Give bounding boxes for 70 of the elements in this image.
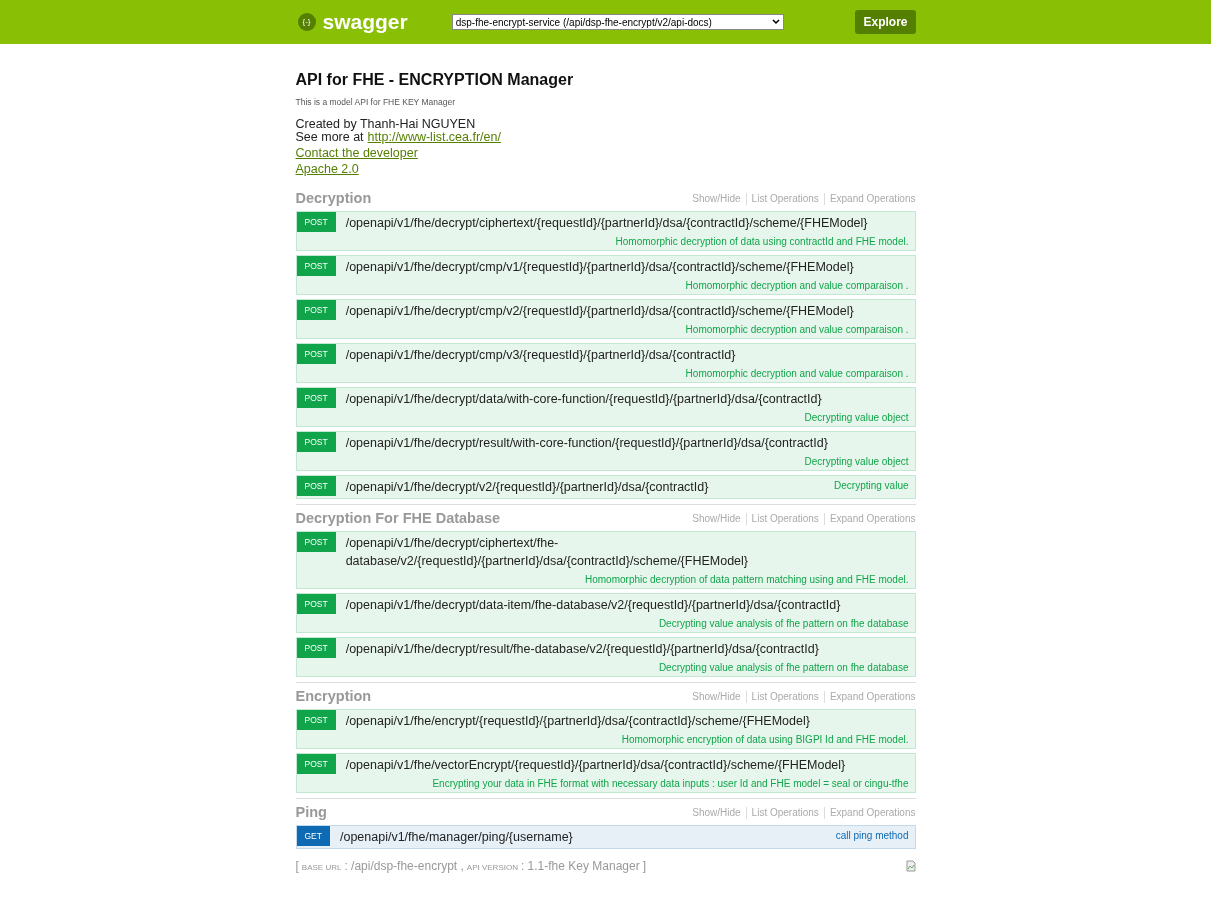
operation-path[interactable]: /openapi/v1/fhe/decrypt/v2/{requestId}/{partnerId}/dsa/{contractId} (345, 475, 709, 496)
method-badge: GET (296, 825, 330, 846)
operation-row[interactable]: POST /openapi/v1/fhe/decrypt/cmp/v3/{requestId}/{partnerId}/dsa/{contractId} Homomorphic decryption and value comparaison . (295, 342, 916, 383)
logo-icon: {-} (297, 13, 316, 31)
operation-row[interactable]: POST /openapi/v1/fhe/decrypt/ciphertext/fhe-database/v2/{requestId}/{partnerId}/dsa/{contractId}/scheme/{FHEModel} Homomorphic decryption of data pattern matching using and FHE model. (295, 530, 916, 589)
operation-summary: Decrypting value (833, 478, 909, 493)
operation-summary: call ping method (834, 828, 909, 843)
broken-image-icon (905, 859, 916, 872)
operation-summary: Decrypting value analysis of fhe pattern on fhe database (657, 616, 909, 631)
api-title: API for FHE - ENCRYPTION Manager (295, 70, 575, 90)
method-badge: POST (296, 343, 336, 364)
operation-row[interactable]: POST /openapi/v1/fhe/vectorEncrypt/{requestId}/{partnerId}/dsa/{contractId}/scheme/{FHEModel} Encrypting your data in FHE format with necessary data inputs : user Id and FHE model = seal or cingu-tfhe (295, 752, 916, 793)
operation-path[interactable]: /openapi/v1/fhe/decrypt/ciphertext/fhe-database/v2/{requestId}/{partnerId}/dsa/{contractId}/scheme/{FHEModel} (345, 531, 909, 570)
operation-summary: Encrypting your data in FHE format with necessary data inputs : user Id and FHE model = seal or cingu-tfhe (431, 776, 909, 791)
operation-path[interactable]: /openapi/v1/fhe/decrypt/result/fhe-database/v2/{requestId}/{partnerId}/dsa/{contractId} (345, 637, 819, 658)
operation-row[interactable]: POST /openapi/v1/fhe/decrypt/cmp/v2/{requestId}/{partnerId}/dsa/{contractId}/scheme/{FHEModel} Homomorphic decryption and value comparaison . (295, 298, 916, 339)
operation-summary: Homomorphic decryption of data using contractId and FHE model. (614, 234, 909, 249)
operation-row[interactable]: POST /openapi/v1/fhe/decrypt/data/with-core-function/{requestId}/{partnerId}/dsa/{contractId} Decrypting value object (295, 386, 916, 427)
method-badge: POST (296, 475, 336, 496)
author-text: Created by Thanh-Hai NGUYEN (295, 117, 477, 131)
base-url-label: BASE URL (301, 861, 342, 874)
website-link[interactable]: http://www-list.cea.fr/en/ (367, 130, 501, 144)
method-badge: POST (296, 593, 336, 614)
operation-row[interactable]: GET /openapi/v1/fhe/manager/ping/{username} call ping method (295, 824, 916, 849)
footer-bracket: ] (642, 857, 646, 875)
operation-path[interactable]: /openapi/v1/fhe/manager/ping/{username} (340, 825, 573, 846)
api-version-value: : 1.1-fhe Key Manager (520, 857, 640, 875)
operation-path[interactable]: /openapi/v1/fhe/decrypt/data/with-core-function/{requestId}/{partnerId}/dsa/{contractId} (345, 387, 822, 408)
method-badge: POST (296, 299, 336, 320)
operation-path[interactable]: /openapi/v1/fhe/vectorEncrypt/{requestId}/{partnerId}/dsa/{contractId}/scheme/{FHEModel} (345, 753, 846, 774)
operation-path[interactable]: /openapi/v1/fhe/encrypt/{requestId}/{partnerId}/dsa/{contractId}/scheme/{FHEModel} (345, 709, 810, 730)
operation-summary: Homomorphic decryption of data pattern matching using and FHE model. (584, 572, 909, 587)
api-select[interactable]: dsp-fhe-encrypt-service (/api/dsp-fhe-encrypt/v2/api-docs) (451, 14, 784, 30)
method-badge: POST (296, 387, 336, 408)
method-badge: POST (296, 637, 336, 658)
operation-row[interactable]: POST /openapi/v1/fhe/decrypt/data-item/fhe-database/v2/{requestId}/{partnerId}/dsa/{contractId} Decrypting value analysis of fhe pattern on fhe database (295, 592, 916, 633)
operation-summary: Homomorphic decryption and value comparaison . (684, 366, 909, 381)
operation-path[interactable]: /openapi/v1/fhe/decrypt/cmp/v3/{requestId}/{partnerId}/dsa/{contractId} (345, 343, 736, 364)
operation-row[interactable]: POST /openapi/v1/fhe/encrypt/{requestId}/{partnerId}/dsa/{contractId}/scheme/{FHEModel} Homomorphic encryption of data using BIGPI Id and FHE model. (295, 708, 916, 749)
operation-summary: Decrypting value analysis of fhe pattern on fhe database (657, 660, 909, 675)
operation-row[interactable]: POST /openapi/v1/fhe/decrypt/v2/{requestId}/{partnerId}/dsa/{contractId} Decrypting value (295, 474, 916, 499)
operation-summary: Decrypting value object (803, 410, 909, 425)
method-badge: POST (296, 709, 336, 730)
operation-summary: Decrypting value object (803, 454, 909, 469)
method-badge: POST (296, 531, 336, 552)
method-badge: POST (296, 255, 336, 276)
api-description: This is a model API for FHE KEY Manager (295, 96, 457, 109)
base-url-value: : /api/dsp-fhe-encrypt , (344, 857, 464, 875)
operation-path[interactable]: /openapi/v1/fhe/decrypt/data-item/fhe-database/v2/{requestId}/{partnerId}/dsa/{contractId} (345, 593, 841, 614)
operation-row[interactable]: POST /openapi/v1/fhe/decrypt/result/with-core-function/{requestId}/{partnerId}/dsa/{contractId} Decrypting value object (295, 430, 916, 471)
method-badge: POST (296, 753, 336, 774)
license-link[interactable]: Apache 2.0 (295, 161, 359, 176)
method-badge: POST (296, 431, 336, 452)
operation-row[interactable]: POST /openapi/v1/fhe/decrypt/cmp/v1/{requestId}/{partnerId}/dsa/{contractId}/scheme/{FHEModel} Homomorphic decryption and value comparaison . (295, 254, 916, 295)
method-badge: POST (296, 211, 336, 232)
footer-bracket: [ (295, 857, 299, 875)
operation-summary: Homomorphic decryption and value comparaison . (684, 322, 909, 337)
operation-path[interactable]: /openapi/v1/fhe/decrypt/result/with-core-function/{requestId}/{partnerId}/dsa/{contractId} (345, 431, 828, 452)
explore-button[interactable]: Explore (855, 10, 916, 34)
operation-row[interactable]: POST /openapi/v1/fhe/decrypt/result/fhe-database/v2/{requestId}/{partnerId}/dsa/{contractId} Decrypting value analysis of fhe pattern on fhe database (295, 636, 916, 677)
operation-row[interactable]: POST /openapi/v1/fhe/decrypt/ciphertext/{requestId}/{partnerId}/dsa/{contractId}/scheme/{FHEModel} Homomorphic decryption of data using contractId and FHE model. (295, 210, 916, 251)
operation-path[interactable]: /openapi/v1/fhe/decrypt/cmp/v2/{requestId}/{partnerId}/dsa/{contractId}/scheme/{FHEModel} (345, 299, 854, 320)
api-version-label: API VERSION (466, 861, 518, 874)
operation-path[interactable]: /openapi/v1/fhe/decrypt/ciphertext/{requestId}/{partnerId}/dsa/{contractId}/scheme/{FHEModel} (345, 211, 868, 232)
chevron-down-icon (771, 19, 780, 25)
operation-summary: Homomorphic decryption and value comparaison . (684, 278, 909, 293)
operation-summary: Homomorphic encryption of data using BIGPI Id and FHE model. (620, 732, 909, 747)
contact-link[interactable]: Contact the developer (295, 145, 418, 160)
operation-path[interactable]: /openapi/v1/fhe/decrypt/cmp/v1/{requestId}/{partnerId}/dsa/{contractId}/scheme/{FHEModel} (345, 255, 854, 276)
see-more-label: See more at (295, 130, 364, 144)
